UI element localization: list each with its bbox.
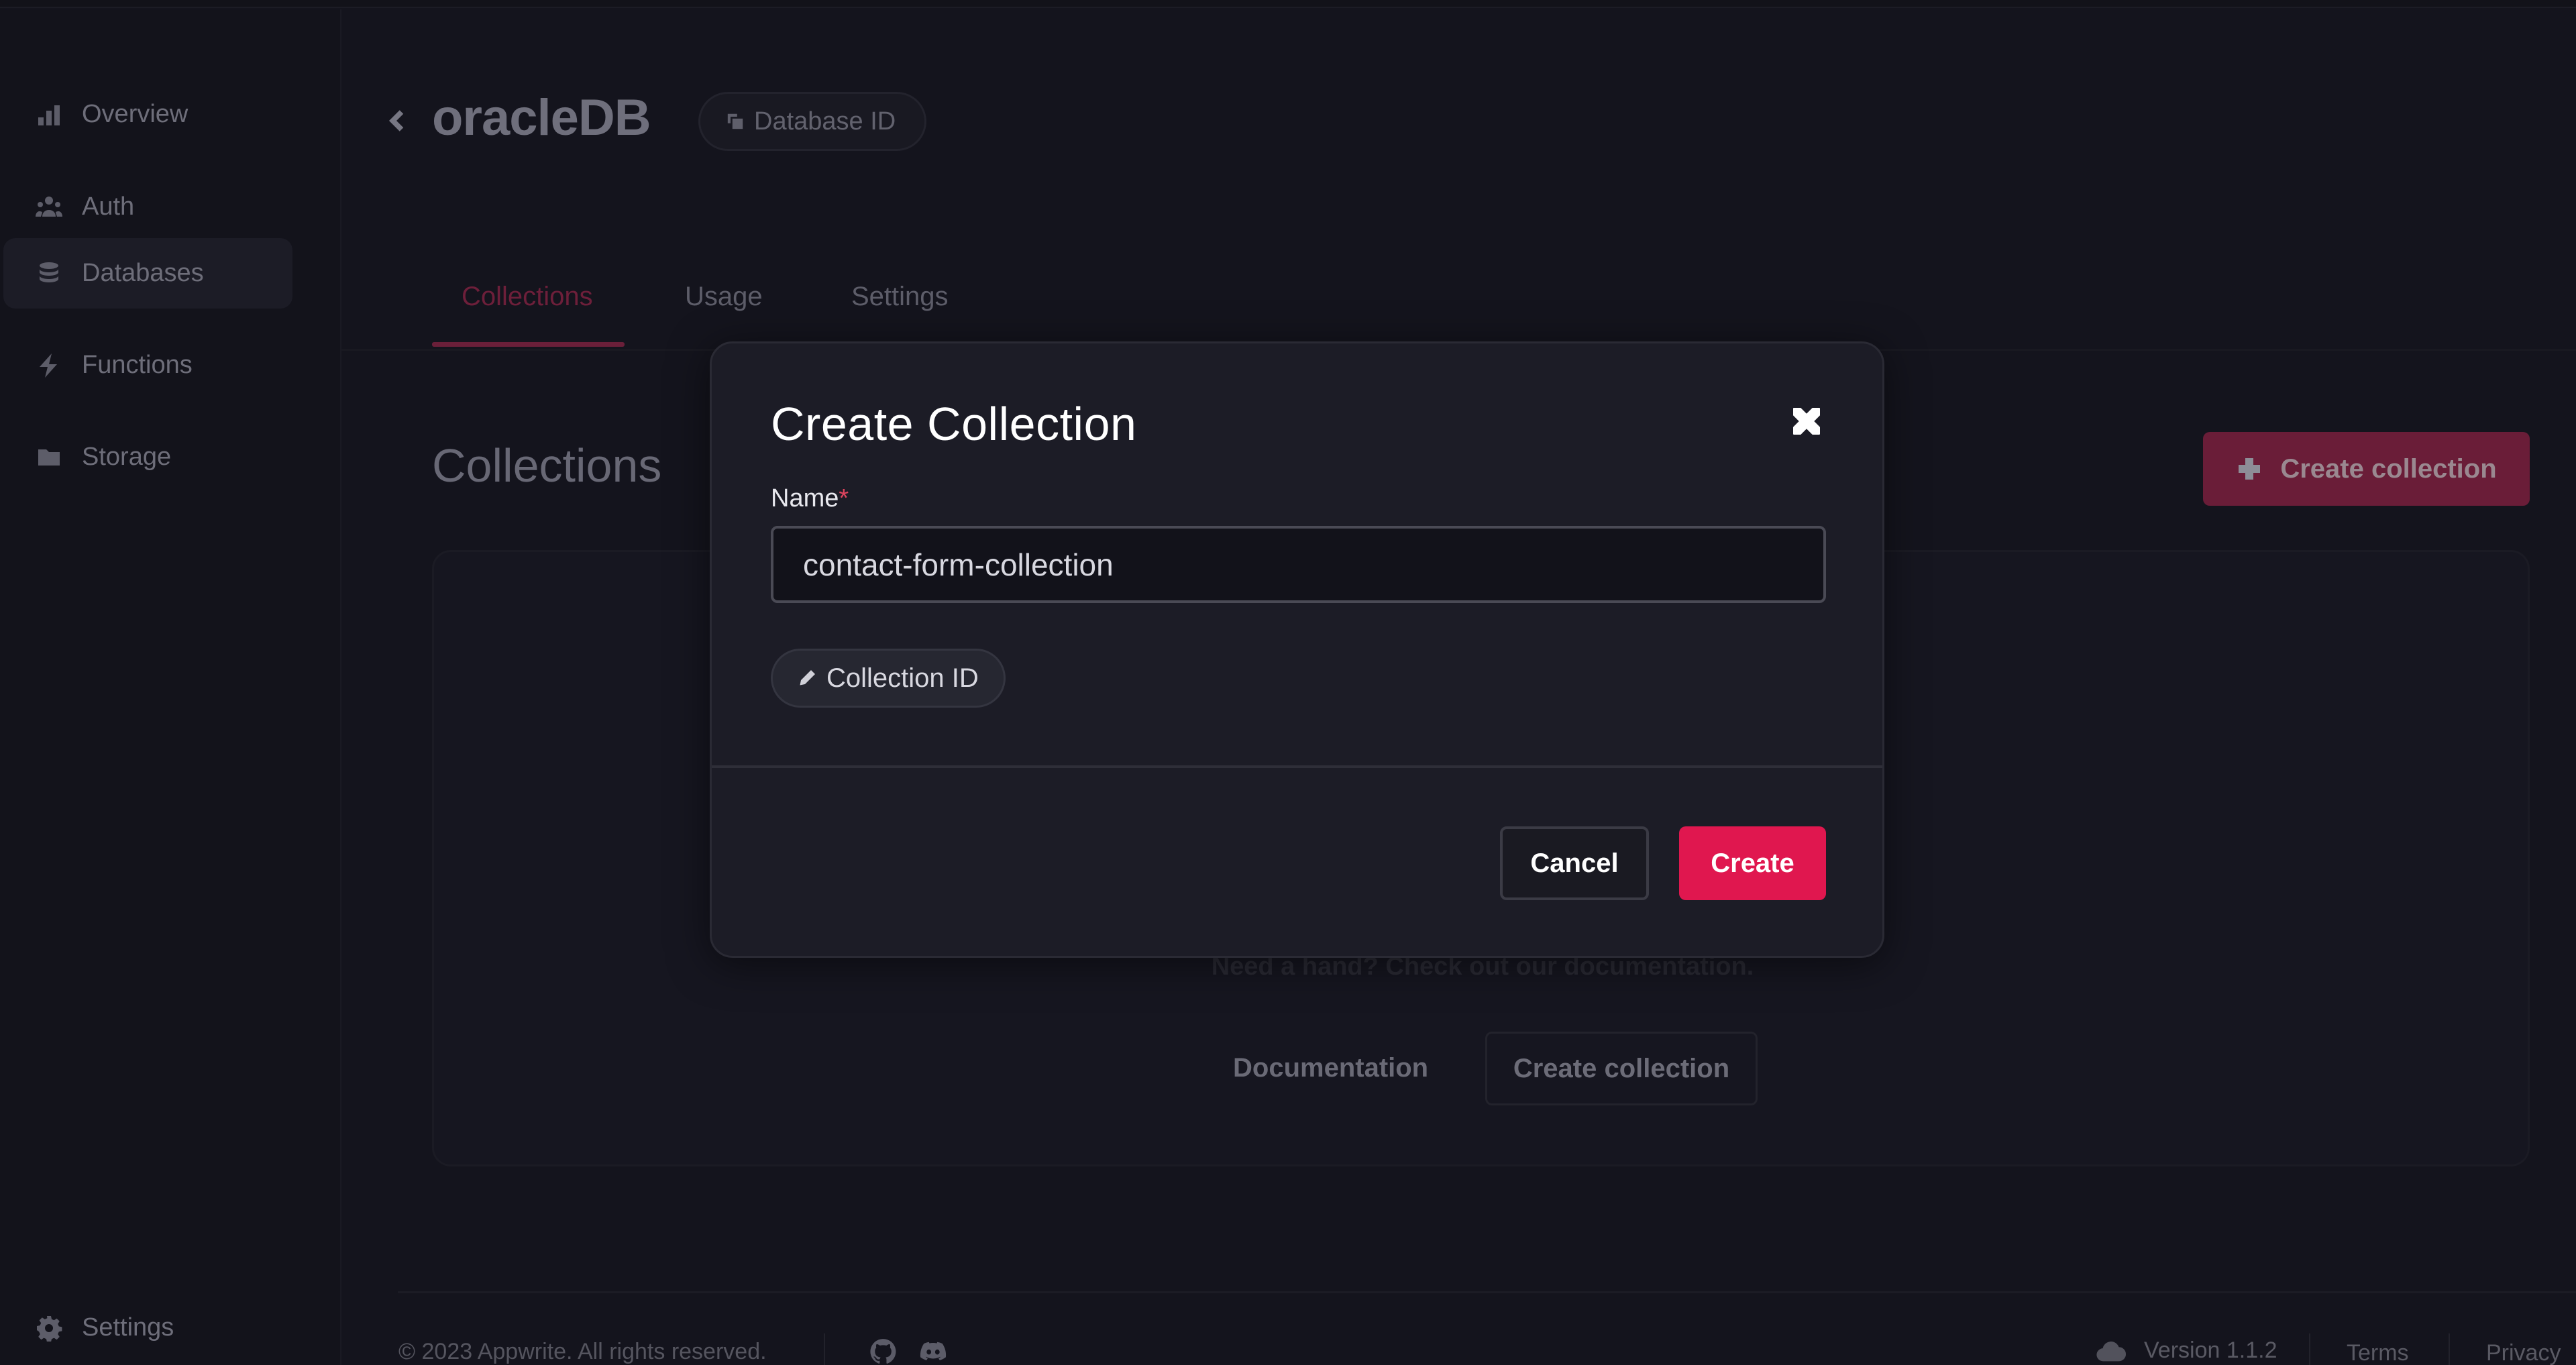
- privacy-link[interactable]: Privacy: [2486, 1340, 2561, 1365]
- documentation-button[interactable]: Documentation: [1233, 1053, 1428, 1083]
- name-field-label: Name*: [771, 484, 849, 513]
- tab-settings[interactable]: Settings: [851, 282, 949, 312]
- close-icon: [1793, 408, 1820, 435]
- tab-usage[interactable]: Usage: [685, 282, 763, 312]
- cancel-label: Cancel: [1530, 848, 1619, 878]
- sidebar-item-overview[interactable]: Overview: [3, 79, 292, 150]
- modal-title: Create Collection: [771, 398, 1137, 450]
- sidebar-item-storage[interactable]: Storage: [3, 422, 292, 492]
- footer-version: Version 1.1.2: [2144, 1337, 2277, 1363]
- github-icon: [870, 1339, 896, 1364]
- sidebar-item-settings[interactable]: Settings: [3, 1293, 292, 1363]
- empty-state-create-collection-button[interactable]: Create collection: [1485, 1032, 1758, 1105]
- collection-id-label: Collection ID: [826, 663, 979, 693]
- footer-separator: [2449, 1333, 2450, 1365]
- pencil-icon: [800, 670, 815, 686]
- close-button[interactable]: [1789, 404, 1824, 439]
- cancel-button[interactable]: Cancel: [1500, 826, 1649, 900]
- plus-icon: [2239, 458, 2261, 480]
- discord-icon: [920, 1342, 947, 1361]
- discord-link[interactable]: [919, 1337, 947, 1365]
- create-label: Create: [1711, 848, 1794, 878]
- database-id-badge[interactable]: Database ID: [698, 92, 926, 151]
- create-button[interactable]: Create: [1679, 826, 1826, 900]
- sidebar-item-label: Auth: [82, 193, 135, 221]
- database-icon: [34, 259, 64, 288]
- gear-icon: [34, 1313, 64, 1343]
- sidebar: Overview Auth Databases Functions Storag…: [0, 9, 341, 1365]
- create-collection-modal: Create Collection Name* Collection ID Ca…: [710, 341, 1884, 958]
- page-title: oracleDB: [432, 89, 651, 146]
- sidebar-item-auth[interactable]: Auth: [3, 172, 292, 242]
- footer-separator: [824, 1333, 825, 1365]
- footer-separator: [2309, 1333, 2310, 1365]
- empty-state-create-label: Create collection: [1513, 1053, 1730, 1083]
- create-collection-label: Create collection: [2280, 453, 2497, 484]
- create-collection-button[interactable]: Create collection: [2203, 432, 2530, 506]
- cloud-icon: [2096, 1339, 2127, 1363]
- sidebar-item-label: Settings: [82, 1313, 174, 1342]
- github-link[interactable]: [869, 1337, 897, 1365]
- bar-chart-icon: [34, 100, 64, 129]
- sidebar-item-label: Functions: [82, 351, 193, 379]
- copy-icon: [727, 113, 743, 129]
- chevron-left-icon: [388, 110, 404, 131]
- name-label-text: Name: [771, 484, 839, 512]
- required-marker: *: [839, 484, 849, 512]
- tab-collections[interactable]: Collections: [462, 282, 593, 312]
- users-icon: [34, 193, 64, 222]
- folder-icon: [34, 443, 64, 472]
- sidebar-item-functions[interactable]: Functions: [3, 330, 292, 400]
- sidebar-item-label: Databases: [82, 259, 204, 287]
- back-button[interactable]: [382, 103, 412, 138]
- modal-divider: [712, 765, 1882, 768]
- name-input[interactable]: [771, 526, 1826, 603]
- top-bar-edge: [0, 0, 2576, 8]
- sidebar-item-databases[interactable]: Databases: [3, 238, 292, 309]
- sidebar-item-label: Overview: [82, 100, 189, 128]
- sidebar-item-label: Storage: [82, 443, 172, 471]
- active-tab-indicator: [432, 342, 625, 347]
- collection-id-button[interactable]: Collection ID: [771, 649, 1006, 708]
- section-title: Collections: [432, 439, 662, 492]
- footer-copyright: © 2023 Appwrite. All rights reserved.: [398, 1339, 767, 1364]
- database-id-label: Database ID: [754, 107, 896, 135]
- terms-link[interactable]: Terms: [2347, 1340, 2409, 1365]
- lightning-icon: [34, 351, 64, 380]
- footer-divider: [398, 1291, 2576, 1293]
